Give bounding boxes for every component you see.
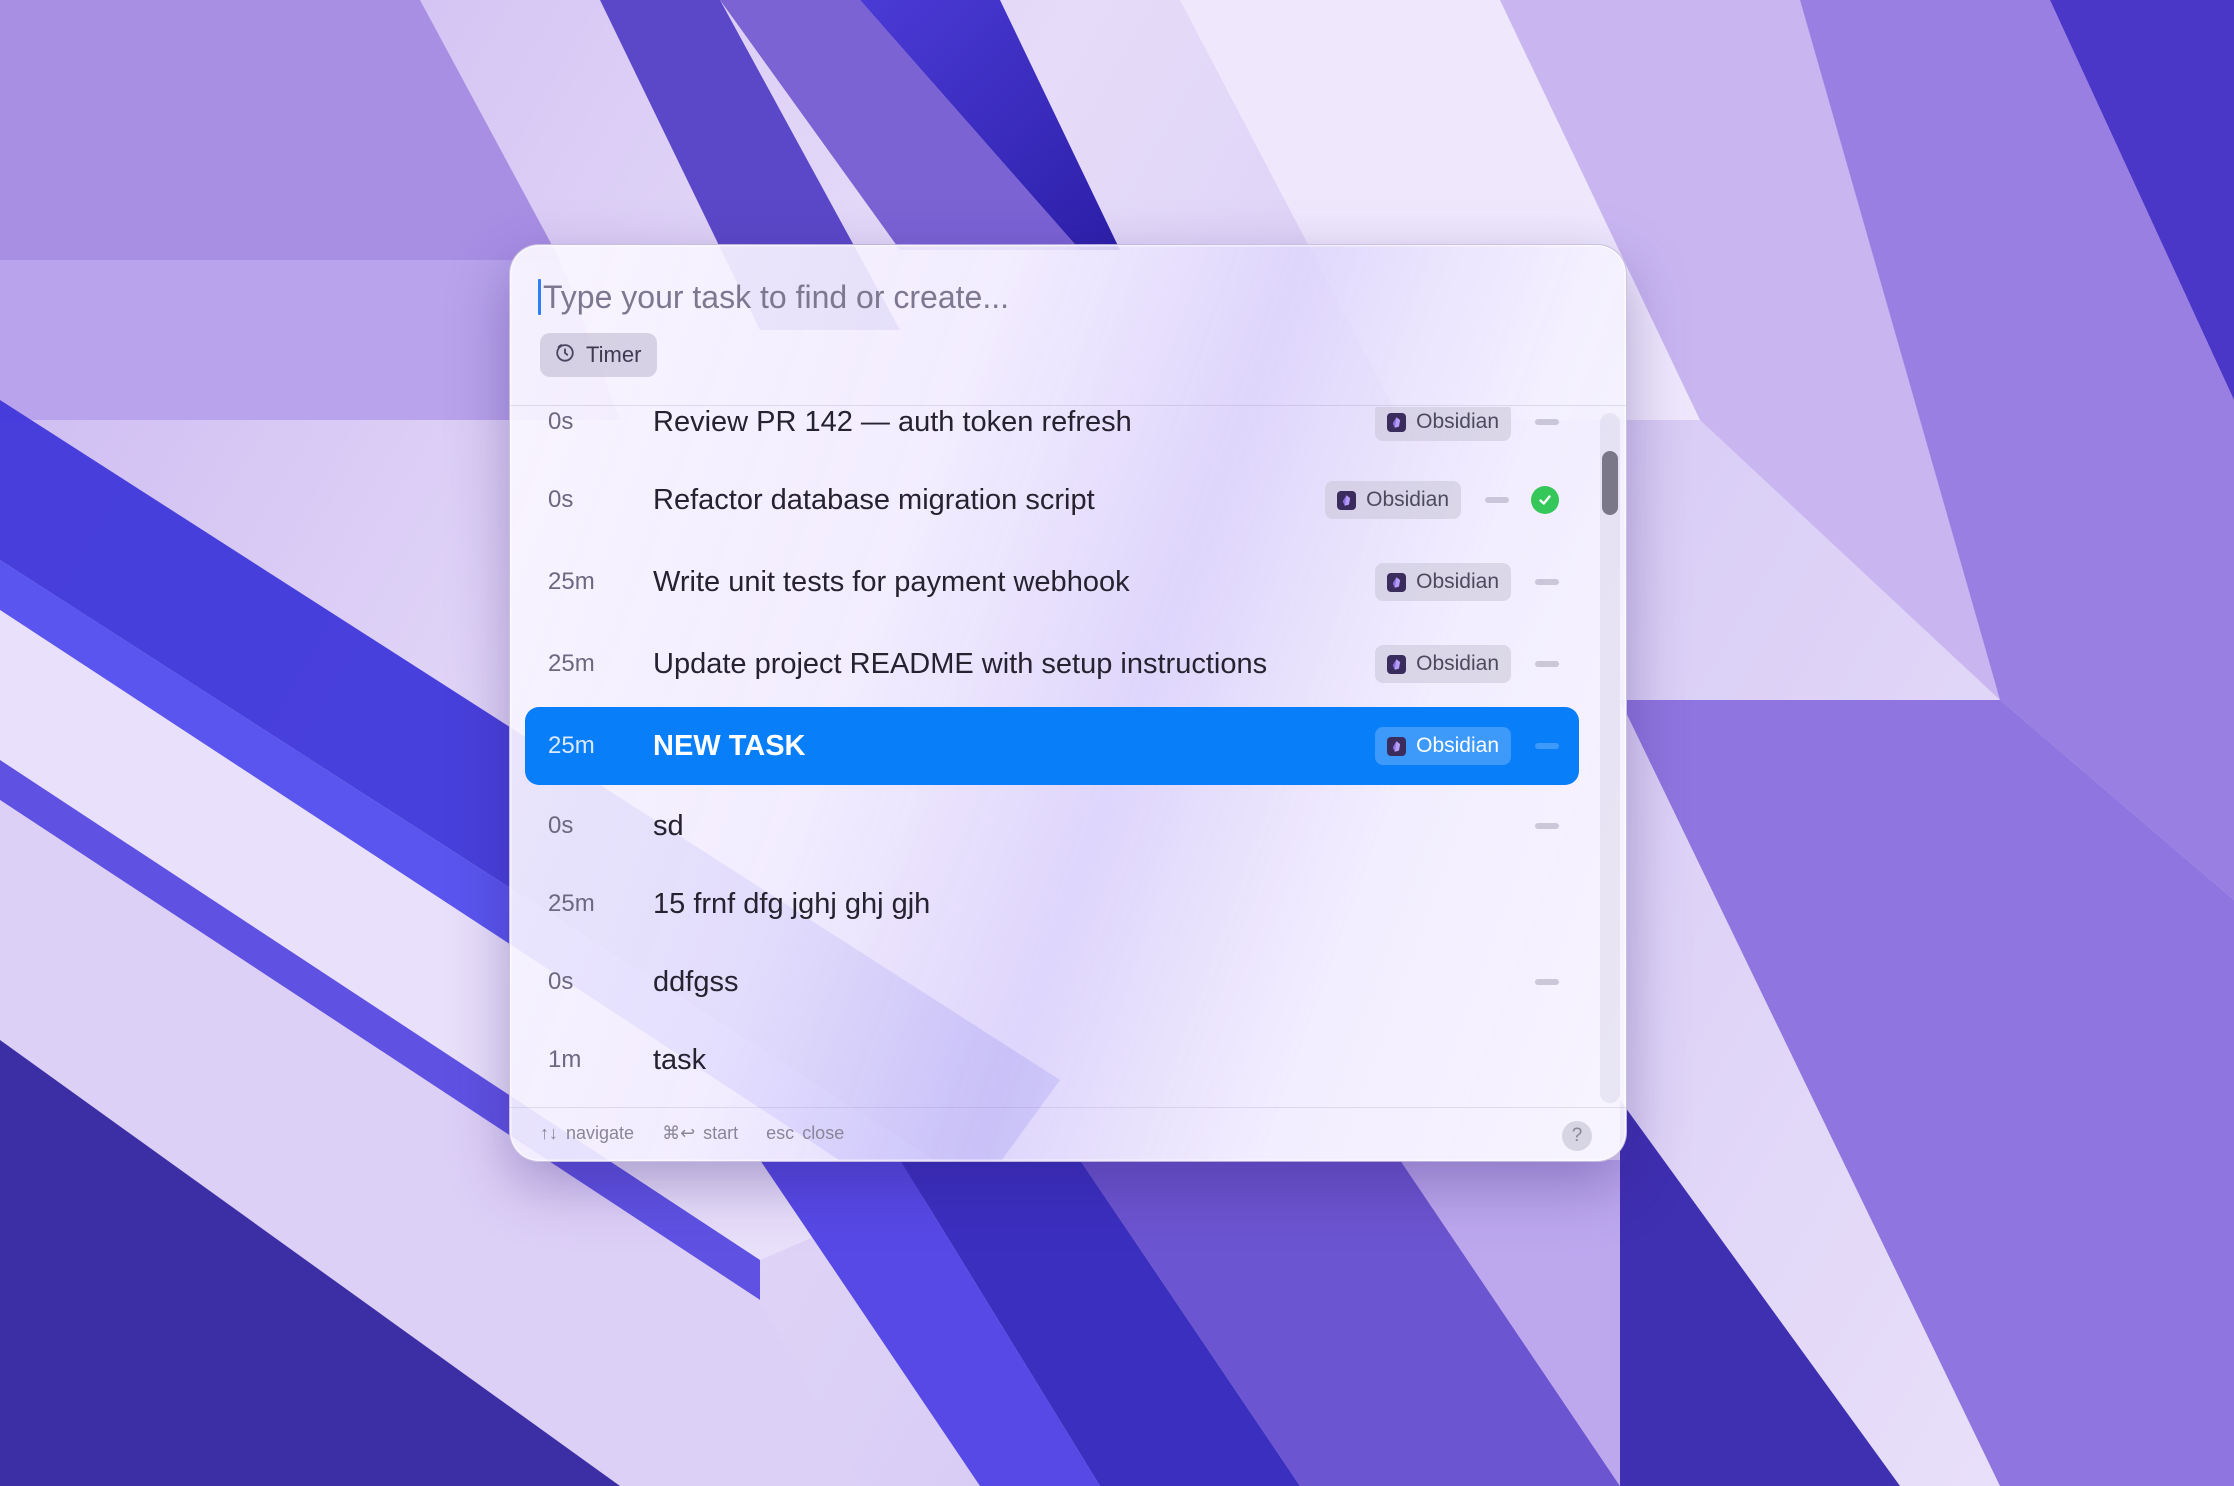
timer-filter-chip[interactable]: Timer [540, 333, 658, 377]
tag-label: Obsidian [1366, 488, 1449, 511]
obsidian-tag: Obsidian [1375, 645, 1511, 683]
desktop-wallpaper: Timer 0s Review PR 142 — auth token refr… [0, 0, 2234, 1486]
hint-close: esc close [766, 1123, 844, 1144]
navigate-keys: ↑↓ [540, 1123, 558, 1143]
status-dash-icon[interactable] [1535, 743, 1559, 749]
hint-navigate: ↑↓ navigate [540, 1123, 634, 1144]
status-dash-icon[interactable] [1485, 497, 1509, 503]
status-dash-icon[interactable] [1535, 661, 1559, 667]
obsidian-icon [1337, 490, 1357, 510]
task-duration: 25m [548, 890, 595, 917]
task-row[interactable]: 0s sd [525, 787, 1579, 865]
scrollbar-thumb[interactable] [1602, 451, 1618, 515]
close-label: close [802, 1123, 845, 1143]
task-duration: 0s [548, 408, 574, 435]
obsidian-icon [1387, 736, 1407, 756]
task-title: NEW TASK [653, 729, 806, 762]
task-duration: 0s [548, 812, 574, 839]
start-keys: ⌘↩ [662, 1123, 696, 1143]
task-launcher-panel: Timer 0s Review PR 142 — auth token refr… [509, 244, 1627, 1162]
task-row[interactable]: 25m Update project README with setup ins… [525, 625, 1579, 703]
task-row[interactable]: 25m Write unit tests for payment webhook… [525, 543, 1579, 621]
task-title: ddfgss [653, 965, 739, 998]
footer-divider [510, 1107, 1626, 1108]
task-title: Update project README with setup instruc… [653, 647, 1268, 680]
obsidian-icon [1387, 572, 1407, 592]
navigate-label: navigate [566, 1123, 635, 1143]
task-duration: 25m [548, 650, 595, 677]
task-title: task [653, 1043, 707, 1076]
tag-label: Obsidian [1416, 410, 1499, 433]
task-list: 0s Review PR 142 — auth token refresh Ob… [525, 407, 1579, 1105]
task-duration: 25m [548, 568, 595, 595]
obsidian-tag: Obsidian [1325, 481, 1461, 519]
task-title: Write unit tests for payment webhook [653, 565, 1130, 598]
obsidian-tag: Obsidian [1375, 407, 1511, 441]
completed-check-icon[interactable] [1531, 486, 1559, 514]
task-row[interactable]: 0s Review PR 142 — auth token refresh Ob… [525, 407, 1579, 461]
close-keys: esc [766, 1123, 795, 1143]
task-row[interactable]: 0s Refactor database migration script Ob… [525, 461, 1579, 539]
hint-start: ⌘↩ start [662, 1123, 738, 1144]
start-label: start [703, 1123, 739, 1143]
task-duration: 25m [548, 732, 595, 759]
task-title: Refactor database migration script [653, 483, 1095, 516]
help-button[interactable]: ? [1562, 1121, 1592, 1151]
status-dash-icon[interactable] [1535, 979, 1559, 985]
status-dash-icon[interactable] [1535, 823, 1559, 829]
search-row [538, 271, 1588, 323]
task-row[interactable]: 1m task [525, 1021, 1579, 1099]
task-search-input[interactable] [543, 278, 1543, 316]
task-duration: 0s [548, 968, 574, 995]
task-row[interactable]: 0s ddfgss [525, 943, 1579, 1021]
timer-chip-label: Timer [586, 342, 642, 367]
obsidian-icon [1387, 412, 1407, 432]
tag-label: Obsidian [1416, 570, 1499, 593]
task-row[interactable]: 25m 15 frnf dfg jghj ghj gjh [525, 865, 1579, 943]
keyboard-hints: ↑↓ navigate ⌘↩ start esc close [540, 1123, 844, 1144]
status-dash-icon[interactable] [1535, 579, 1559, 585]
tag-label: Obsidian [1416, 734, 1499, 757]
task-title: Review PR 142 — auth token refresh [653, 407, 1132, 438]
status-dash-icon[interactable] [1535, 419, 1559, 425]
header-divider [510, 405, 1626, 406]
task-duration: 0s [548, 486, 574, 513]
tag-label: Obsidian [1416, 652, 1499, 675]
task-title: 15 frnf dfg jghj ghj gjh [653, 887, 931, 920]
obsidian-icon [1387, 654, 1407, 674]
task-list-scrollbar[interactable] [1600, 413, 1620, 1103]
obsidian-tag: Obsidian [1375, 563, 1511, 601]
task-row-selected[interactable]: 25m NEW TASK Obsidian [525, 707, 1579, 785]
task-title: sd [653, 809, 684, 842]
task-duration: 1m [548, 1046, 582, 1073]
timer-icon [554, 341, 576, 369]
obsidian-tag: Obsidian [1375, 727, 1511, 765]
text-caret [538, 279, 541, 315]
